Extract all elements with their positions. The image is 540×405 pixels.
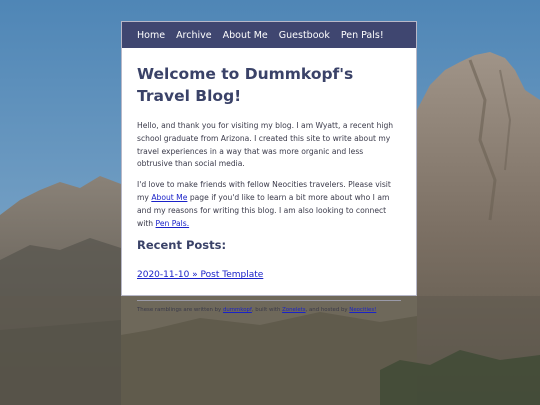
recent-posts-heading: Recent Posts: xyxy=(137,238,227,253)
nav-about-me-link[interactable]: About Me xyxy=(223,30,268,41)
footer-builder-link[interactable]: Zonelets xyxy=(282,307,305,313)
footer-text-c: , and hosted by xyxy=(305,307,350,314)
blog-card: Home Archive About Me Guestbook Pen Pals… xyxy=(121,21,417,313)
main-content: Welcome to Dummkopf's Travel Blog! Hello… xyxy=(122,48,416,313)
post-link[interactable]: 2020-11-10 » Post Template xyxy=(137,270,263,280)
footer: These ramblings are written by dummkopf,… xyxy=(137,307,401,313)
page-title: Welcome to Dummkopf's Travel Blog! xyxy=(137,65,354,105)
about-me-inline-link[interactable]: About Me xyxy=(151,193,187,202)
nav-archive-link[interactable]: Archive xyxy=(176,30,212,41)
footer-text-b: , built with xyxy=(251,307,283,314)
nav-home-link[interactable]: Home xyxy=(137,30,165,41)
friends-paragraph: I'd love to make friends with fellow Neo… xyxy=(137,179,401,230)
nav-pen-pals-link[interactable]: Pen Pals! xyxy=(341,30,384,41)
footer-text-a: These ramblings are written by xyxy=(137,307,223,314)
footer-host-link[interactable]: Neocities! xyxy=(349,307,376,313)
intro-paragraph: Hello, and thank you for visiting my blo… xyxy=(137,121,394,169)
pen-pals-inline-link[interactable]: Pen Pals. xyxy=(156,219,190,228)
footer-divider xyxy=(137,300,401,302)
footer-author-link[interactable]: dummkopf xyxy=(223,307,252,313)
nav-guestbook-link[interactable]: Guestbook xyxy=(279,30,330,41)
top-nav: Home Archive About Me Guestbook Pen Pals… xyxy=(122,22,416,48)
